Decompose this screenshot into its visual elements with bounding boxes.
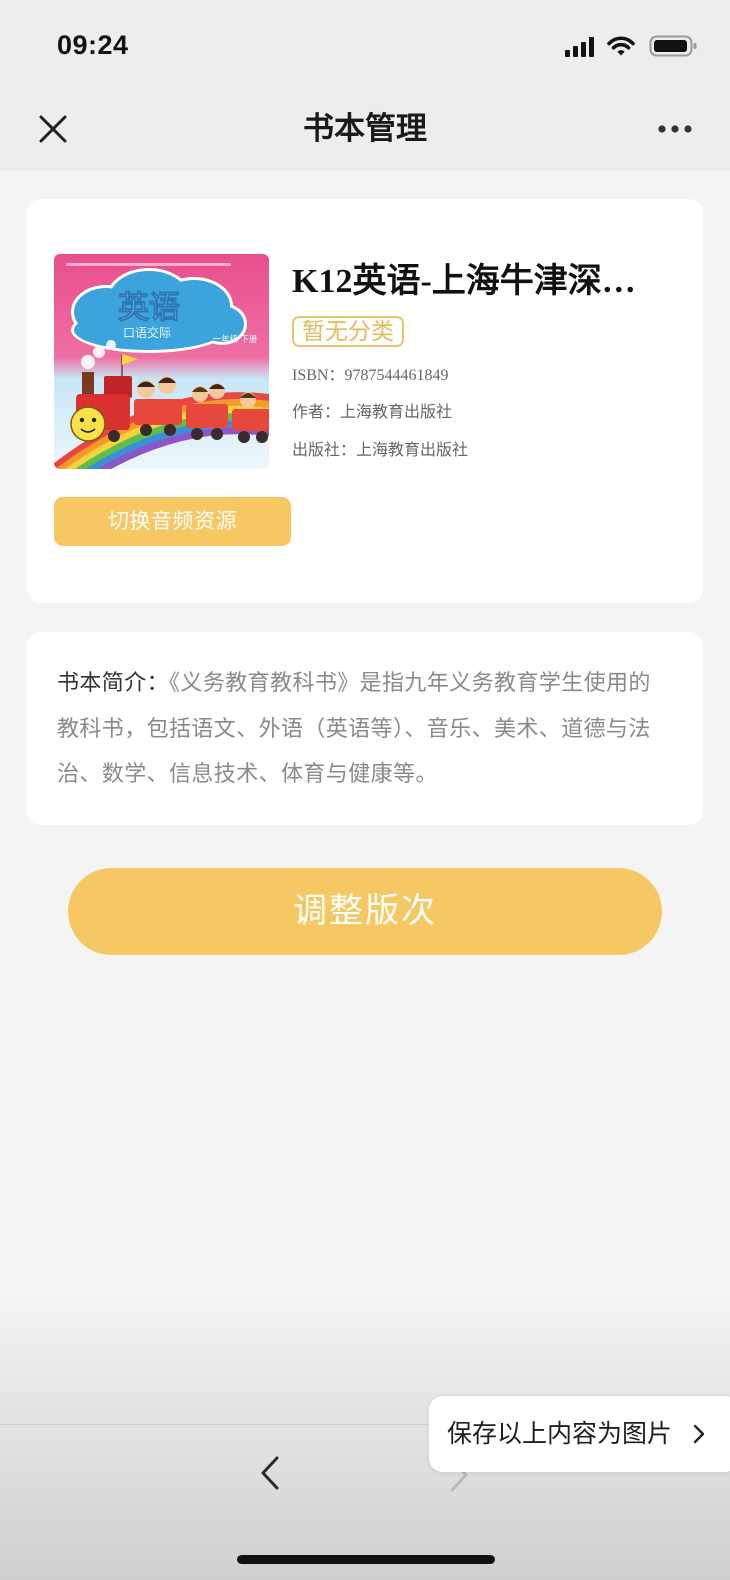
author-label: 作者： — [292, 404, 341, 421]
book-intro: 书本简介：《义务教育教科书》是指九年义务教育学生使用的教科书，包括语文、外语（英… — [57, 660, 669, 797]
train-wheel-1 — [108, 430, 120, 442]
adjust-edition-button[interactable]: 调整版次 — [68, 868, 662, 955]
publisher-value: 上海教育出版社 — [356, 442, 469, 459]
save-chevron-stroke — [693, 1424, 705, 1444]
train-wheel-7 — [256, 431, 268, 443]
more-dot-3 — [684, 125, 692, 133]
book-info-card: 英语 口语交际 一年级 下册 K12英语-上海牛津深… 暂无分类 ISBN：97… — [27, 199, 703, 603]
isbn-row: ISBN：9787544461849 — [292, 366, 448, 386]
category-tag: 暂无分类 — [292, 316, 404, 347]
author-value: 上海教育出版社 — [340, 404, 453, 421]
switch-audio-button[interactable]: 切换音频资源 — [54, 497, 291, 546]
cover-grade: 一年级 下册 — [213, 334, 258, 344]
wifi-arc-middle — [611, 42, 631, 50]
train-wheel-3 — [164, 424, 176, 436]
train-chimney — [82, 372, 94, 396]
book-cover-image: 英语 口语交际 一年级 下册 — [54, 254, 269, 469]
signal-bar-3 — [581, 42, 586, 57]
smoke-puff-3 — [106, 340, 116, 350]
train-car-3 — [232, 409, 269, 431]
cover-subtitle: 口语交际 — [123, 325, 171, 340]
chevron-right-icon — [693, 1424, 705, 1444]
train-wheel-6 — [238, 431, 250, 443]
wifi-dot — [617, 50, 625, 56]
battery-nub — [693, 43, 697, 49]
publisher-label: 出版社： — [292, 442, 357, 459]
train-car-1 — [134, 399, 182, 425]
intro-label: 书本简介： — [57, 670, 170, 695]
more-icon[interactable] — [656, 120, 694, 138]
save-as-image-popup[interactable]: 保存以上内容为图片 — [429, 1396, 730, 1472]
book-intro-card: 书本简介：《义务教育教科书》是指九年义务教育学生使用的教科书，包括语文、外语（英… — [27, 632, 703, 825]
status-time: 09:24 — [57, 30, 129, 60]
train-wheel-2 — [140, 424, 152, 436]
signal-bar-4 — [589, 37, 594, 57]
more-dot-2 — [671, 125, 679, 133]
train-wheel-4 — [191, 428, 203, 440]
smoke-puff-2 — [93, 346, 105, 358]
smoke-puff-1 — [81, 355, 95, 369]
publisher-row: 出版社：上海教育出版社 — [292, 441, 468, 461]
train-face — [70, 406, 106, 442]
train-car-2 — [186, 404, 228, 428]
isbn-label: ISBN： — [292, 367, 345, 384]
home-indicator[interactable] — [237, 1555, 495, 1564]
book-title: K12英语-上海牛津深… — [292, 263, 636, 300]
train-eye-left — [79, 417, 85, 423]
isbn-value: 9787544461849 — [344, 367, 449, 384]
header: 09:24 书本管理 — [0, 0, 730, 171]
author-row: 作者：上海教育出版社 — [292, 403, 452, 423]
wifi-arc-outer — [607, 36, 635, 46]
battery-icon — [649, 35, 697, 57]
signal-bar-1 — [565, 50, 570, 57]
signal-icon — [565, 37, 594, 57]
train-eye-right — [91, 417, 97, 423]
cover-title: 英语 — [118, 290, 180, 325]
signal-bar-2 — [573, 46, 578, 57]
page-title: 书本管理 — [303, 111, 427, 146]
book-cover: 英语 口语交际 一年级 下册 — [54, 254, 269, 469]
battery-level — [654, 40, 687, 52]
back-chevron-stroke — [261, 1456, 279, 1490]
more-dot-1 — [658, 125, 666, 133]
save-as-image-label: 保存以上内容为图片 — [447, 1420, 673, 1448]
cover-small-print — [66, 263, 231, 266]
train-wheel-5 — [211, 428, 223, 440]
wifi-icon — [607, 36, 635, 56]
chevron-left-icon[interactable] — [258, 1455, 282, 1491]
